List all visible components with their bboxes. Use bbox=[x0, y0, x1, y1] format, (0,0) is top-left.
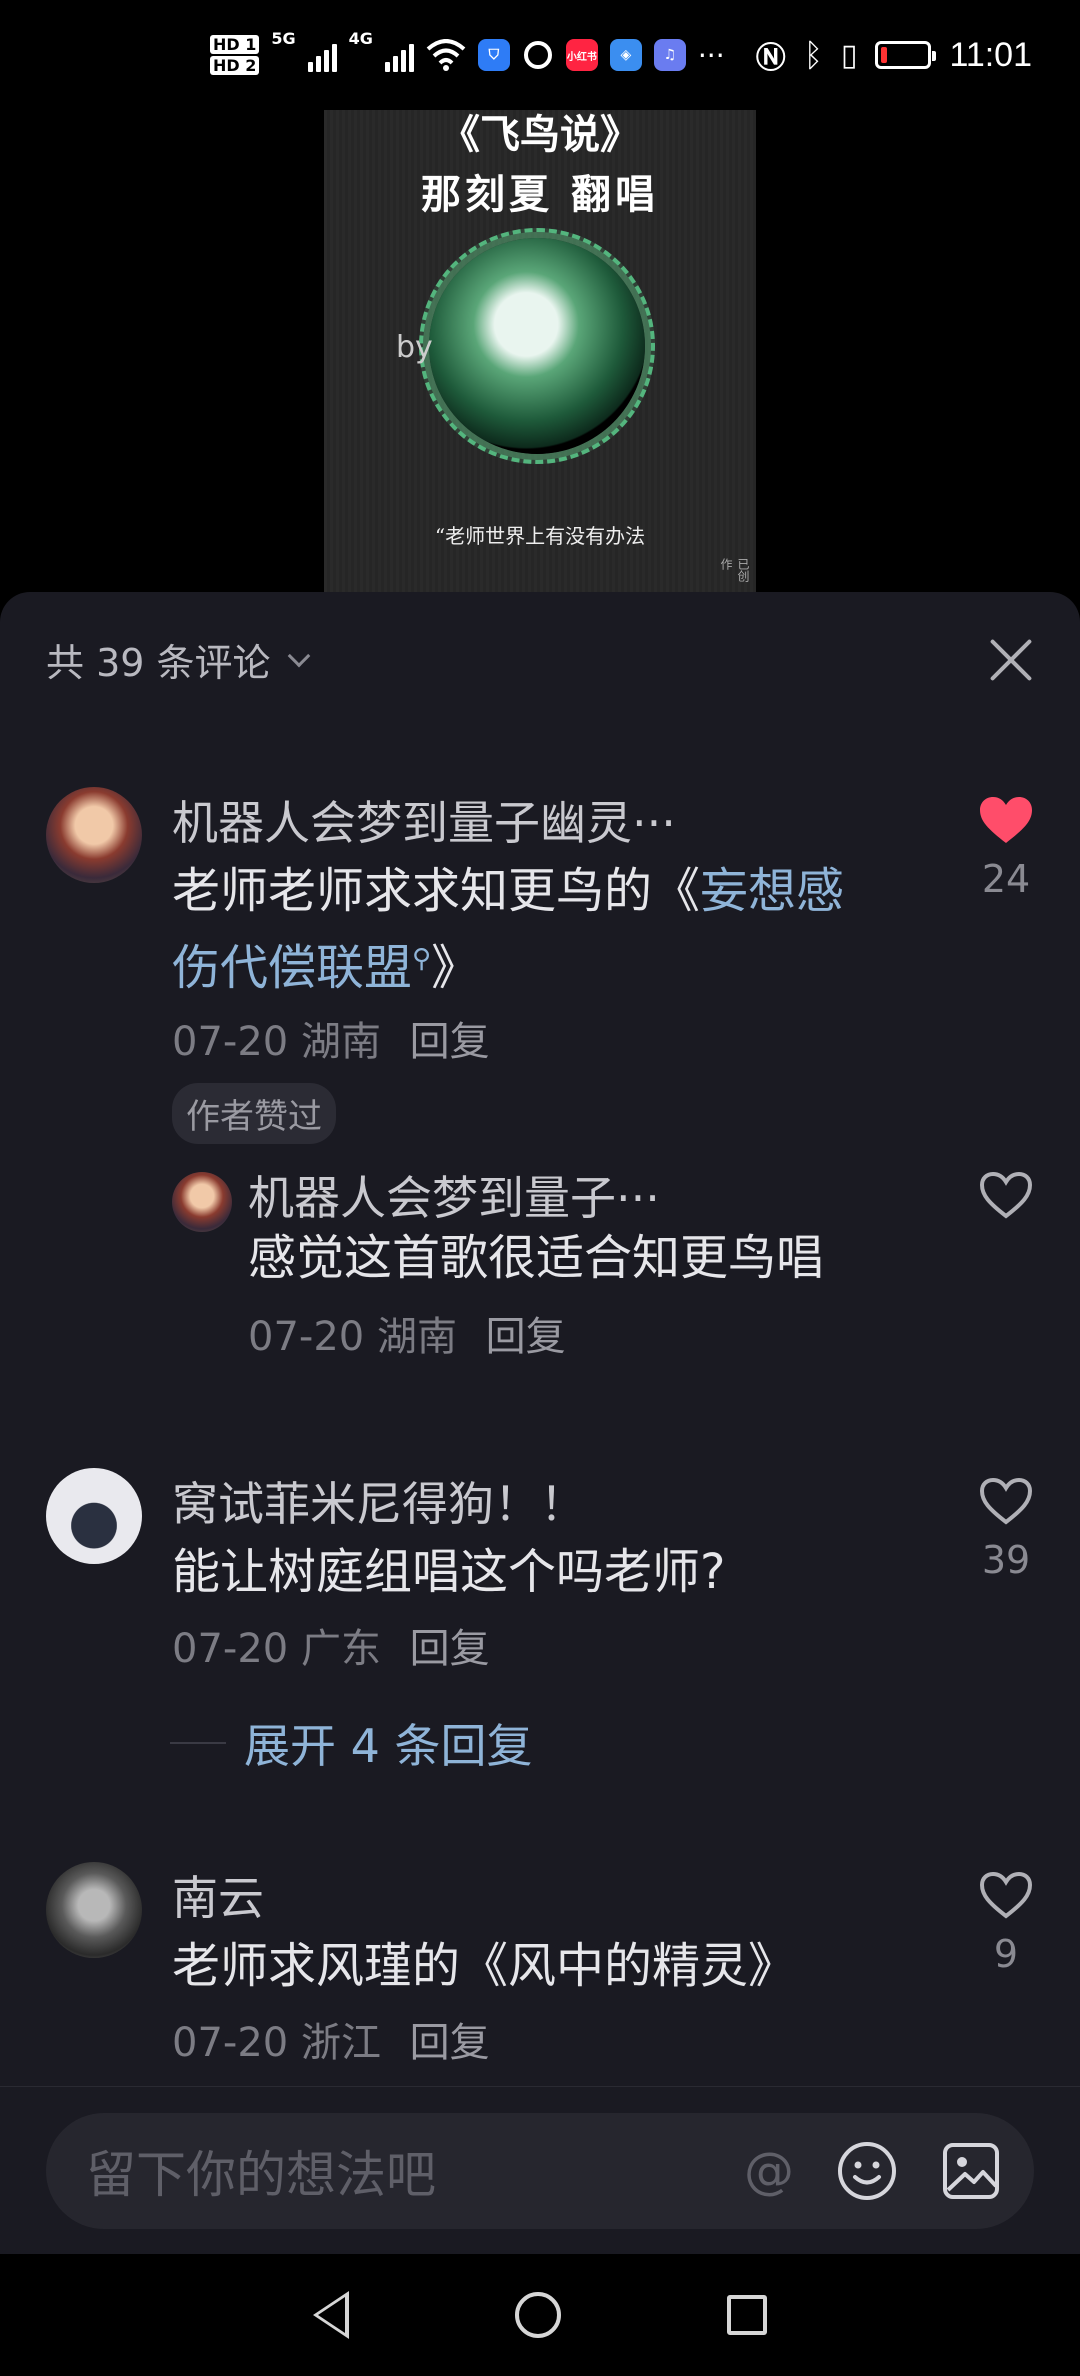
comment-text: 能让树庭组唱这个吗老师? bbox=[172, 1544, 726, 1600]
avatar[interactable] bbox=[172, 1172, 232, 1232]
recents-icon[interactable] bbox=[727, 2295, 767, 2335]
avatar[interactable] bbox=[46, 787, 142, 883]
comment-meta: 07-20 广东 回复 bbox=[172, 1616, 490, 1674]
like-button[interactable]: 39 bbox=[976, 1476, 1036, 1582]
more-notifications: ··· bbox=[697, 38, 725, 72]
like-button[interactable]: 24 bbox=[976, 795, 1036, 901]
comment-username[interactable]: 机器人会梦到量子幽灵··· bbox=[172, 787, 676, 853]
heart-outline-icon bbox=[979, 1477, 1033, 1525]
comment-text: 老师老师求求知更鸟的《妄想感伤代偿联盟⚲》 bbox=[172, 857, 892, 1002]
like-count: 9 bbox=[993, 1932, 1019, 1976]
sim1-label: HD 1 bbox=[210, 35, 260, 54]
video-subtitle: 那刻夏 翻唱 bbox=[421, 171, 659, 218]
heart-filled-icon bbox=[980, 797, 1032, 843]
status-bar: HD 1 HD 2 5G 4G ⛉ 小红书 ◈ ♫ ··· Ⓝ ᛒ ▯ 11:0… bbox=[0, 0, 1080, 110]
reply-button[interactable]: 回复 bbox=[410, 2020, 490, 2066]
reply-meta: 07-20 湖南 回复 bbox=[248, 1304, 566, 1362]
chevron-down-icon bbox=[287, 644, 310, 667]
comment-count: 共 39 条评论 bbox=[46, 641, 271, 685]
like-count: 39 bbox=[981, 1538, 1031, 1582]
clock: 11:01 bbox=[949, 35, 1032, 74]
reply-button[interactable]: 回复 bbox=[410, 1626, 490, 1672]
wifi-icon bbox=[426, 39, 466, 71]
comment-text: 老师求风瑾的《风中的精灵》 bbox=[172, 1938, 797, 1994]
avatar[interactable] bbox=[46, 1468, 142, 1564]
net1-label: 5G bbox=[271, 29, 296, 48]
video-thumbnail[interactable]: 《飞鸟说》 那刻夏 翻唱 by “老师世界上有没有办法 已创作 bbox=[324, 110, 756, 592]
comment-count-dropdown[interactable]: 共 39 条评论 bbox=[46, 632, 310, 687]
comment-meta: 07-20 浙江 回复 bbox=[172, 2010, 490, 2068]
comment-date: 07-20 bbox=[172, 1626, 289, 1672]
avatar[interactable] bbox=[46, 1862, 142, 1958]
comment-input-placeholder: 留下你的想法吧 bbox=[86, 2146, 436, 2204]
vibrate-icon: ▯ bbox=[840, 37, 858, 73]
comment-text-suffix: 》 bbox=[431, 940, 480, 996]
album-art bbox=[429, 238, 645, 454]
nfc-icon: Ⓝ bbox=[755, 41, 786, 76]
shield-app-icon: ⛉ bbox=[477, 39, 510, 71]
search-icon: ⚲ bbox=[412, 944, 432, 974]
reply-date: 07-20 bbox=[248, 1314, 365, 1360]
comment-input-bar: 留下你的想法吧 @ bbox=[0, 2086, 1080, 2254]
sim2-label: HD 2 bbox=[210, 56, 260, 75]
video-by: by bbox=[396, 330, 433, 365]
signal-icon bbox=[307, 38, 337, 72]
emoji-icon[interactable] bbox=[836, 2140, 898, 2202]
author-liked-tag: 作者赞过 bbox=[172, 1083, 336, 1144]
signal-icon-2 bbox=[384, 38, 414, 72]
comment-input[interactable]: 留下你的想法吧 @ bbox=[46, 2113, 1034, 2229]
like-button[interactable] bbox=[976, 1170, 1036, 1220]
heart-outline-icon bbox=[979, 1171, 1033, 1219]
xiaohongshu-icon: 小红书 bbox=[565, 39, 598, 71]
expand-replies-button[interactable]: 展开 4 条回复 bbox=[170, 1710, 533, 1776]
system-nav-bar bbox=[0, 2254, 1080, 2376]
comments-sheet: 共 39 条评论 机器人会梦到量子幽灵··· 老师老师求求知更鸟的《妄想感伤代偿… bbox=[0, 592, 1080, 2254]
comment-location: 广东 bbox=[300, 1626, 381, 1672]
reply-button[interactable]: 回复 bbox=[486, 1314, 566, 1360]
comment-location: 浙江 bbox=[300, 2020, 381, 2066]
comment-text-prefix: 老师老师求求知更鸟的《 bbox=[172, 863, 701, 919]
video-lyric: “老师世界上有没有办法 bbox=[434, 524, 646, 548]
circle-app-icon bbox=[523, 41, 552, 69]
browser-app-icon: ◈ bbox=[609, 39, 642, 71]
reply-location: 湖南 bbox=[376, 1314, 457, 1360]
reply-button[interactable]: 回复 bbox=[410, 1019, 490, 1065]
bluetooth-icon: ᛒ bbox=[803, 36, 823, 74]
comment-location: 湖南 bbox=[300, 1019, 381, 1065]
video-title: 《飞鸟说》 bbox=[440, 111, 640, 158]
reply-text: 感觉这首歌很适合知更鸟唱 bbox=[248, 1230, 825, 1286]
comment-username[interactable]: 南云 bbox=[172, 1862, 264, 1928]
net2-label: 4G bbox=[348, 29, 373, 48]
comment-date: 07-20 bbox=[172, 1019, 289, 1065]
battery-icon bbox=[875, 41, 937, 69]
back-icon[interactable] bbox=[313, 2291, 349, 2339]
like-count: 24 bbox=[981, 857, 1031, 901]
comment-username[interactable]: 窝试菲米尼得狗！！ bbox=[172, 1468, 586, 1534]
reply-username[interactable]: 机器人会梦到量子··· bbox=[248, 1162, 660, 1228]
hd-indicator: HD 1 HD 2 bbox=[210, 34, 260, 76]
video-side-text: 已创作 bbox=[719, 558, 750, 582]
close-icon[interactable] bbox=[988, 636, 1034, 682]
music-app-icon: ♫ bbox=[653, 39, 686, 71]
comment-meta: 07-20 湖南 回复 bbox=[172, 1009, 490, 1067]
like-button[interactable]: 9 bbox=[976, 1870, 1036, 1976]
mention-icon[interactable]: @ bbox=[744, 2142, 794, 2200]
image-icon[interactable] bbox=[940, 2140, 1002, 2202]
expand-replies-label: 展开 4 条回复 bbox=[244, 1719, 533, 1773]
home-icon[interactable] bbox=[515, 2292, 561, 2338]
comment-date: 07-20 bbox=[172, 2020, 289, 2066]
heart-outline-icon bbox=[979, 1871, 1033, 1919]
